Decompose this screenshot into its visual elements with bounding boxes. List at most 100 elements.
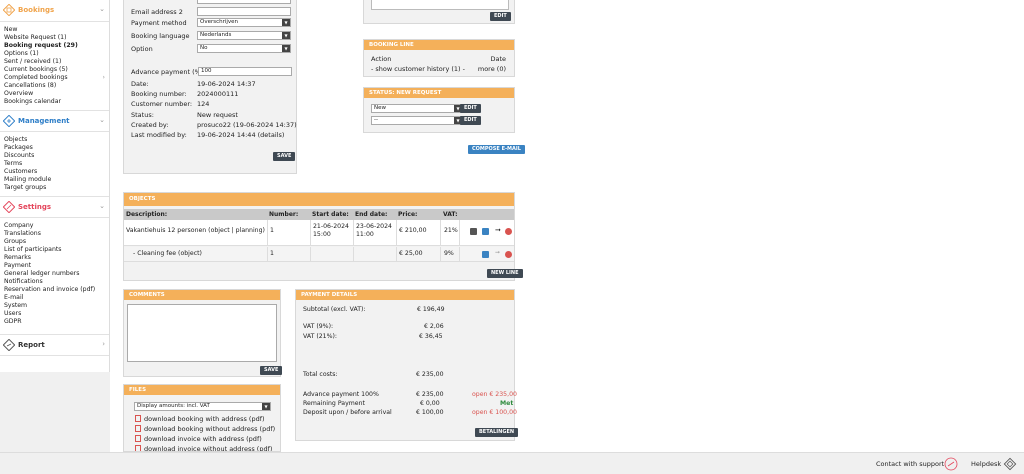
- sidebar-item-settings[interactable]: E-mail: [4, 294, 109, 302]
- description-header: Description:: [126, 211, 168, 218]
- move-arrow-icon[interactable]: ➞: [495, 226, 501, 234]
- sidebar-item-bookings[interactable]: Bookings calendar: [4, 98, 109, 106]
- report-section-header[interactable]: Report ›: [0, 334, 109, 356]
- display-amounts-select[interactable]: Display amounts: incl. VAT ▼: [134, 402, 271, 411]
- remarks-textarea[interactable]: [371, 0, 509, 10]
- email2-label: Email address 2: [131, 8, 183, 16]
- file-download-link[interactable]: download invoice without address (pdf): [135, 445, 272, 451]
- delete-icon[interactable]: [505, 251, 512, 258]
- booking-details-panel: Email address 2 Payment method Overschri…: [123, 0, 297, 174]
- file-link-label: download booking with address (pdf): [144, 415, 265, 423]
- second-status-select[interactable]: -- ▼: [371, 116, 463, 125]
- remaining-payment-label: Remaining Payment: [303, 400, 365, 407]
- advance-payment-input[interactable]: 100: [198, 67, 292, 76]
- sidebar-item-settings[interactable]: Payment: [4, 262, 109, 270]
- sidebar-item-bookings[interactable]: New: [4, 26, 109, 34]
- payment-method-select[interactable]: Overschrijven ▼: [197, 18, 291, 27]
- sidebar-item-settings[interactable]: Company: [4, 222, 109, 230]
- sidebar-item-settings[interactable]: List of participants: [4, 246, 109, 254]
- sidebar-item-management[interactable]: Objects: [4, 136, 109, 144]
- total-costs-label: Total costs:: [303, 371, 338, 378]
- settings-section-header[interactable]: Settings ⌄: [0, 196, 109, 218]
- delete-icon[interactable]: [505, 228, 512, 235]
- comments-save-button[interactable]: SAVE: [260, 366, 283, 375]
- chevron-right-icon[interactable]: ›: [103, 74, 105, 82]
- status-value: New request: [197, 111, 238, 119]
- file-download-link[interactable]: download invoice with address (pdf): [135, 435, 262, 444]
- chevron-down-icon[interactable]: ⌄: [99, 5, 105, 13]
- advance-payment-status: open € 235,00: [472, 391, 517, 398]
- object-vat: 21%: [444, 227, 458, 234]
- compose-email-button[interactable]: COMPOSE E-MAIL: [468, 145, 525, 154]
- files-panel: FILES Display amounts: incl. VAT ▼ downlo…: [123, 384, 281, 452]
- sidebar-item-settings[interactable]: Reservation and invoice (pdf): [4, 286, 109, 294]
- sidebar-item-bookings[interactable]: Completed bookings ›: [4, 74, 109, 82]
- email2-input[interactable]: [197, 7, 291, 16]
- sidebar-item-bookings[interactable]: Sent / received (1): [4, 58, 109, 66]
- sidebar-item-settings[interactable]: GDPR: [4, 318, 109, 326]
- copy-icon[interactable]: [470, 228, 477, 235]
- sidebar-item-management[interactable]: Packages: [4, 144, 109, 152]
- management-section-header[interactable]: Management ⌄: [0, 110, 109, 132]
- file-download-link[interactable]: download booking with address (pdf): [135, 415, 265, 424]
- sidebar-item-settings[interactable]: Translations: [4, 230, 109, 238]
- chevron-down-icon[interactable]: ⌄: [99, 202, 105, 210]
- sidebar-item-bookings[interactable]: Cancellations (8): [4, 82, 109, 90]
- edit-icon[interactable]: [482, 228, 489, 235]
- sidebar-item-settings[interactable]: Groups: [4, 238, 109, 246]
- management-menu: Objects Packages Discounts Terms Customers Ma…: [0, 132, 109, 196]
- status-edit-button[interactable]: EDIT: [460, 104, 481, 113]
- pdf-icon: [135, 415, 141, 422]
- save-button[interactable]: SAVE: [273, 152, 296, 161]
- support-icon[interactable]: [944, 457, 958, 471]
- sidebar-item-settings[interactable]: Notifications: [4, 278, 109, 286]
- sidebar-item-bookings[interactable]: Overview: [4, 90, 109, 98]
- last-modified-value[interactable]: 19-06-2024 14:44 (details): [197, 130, 284, 140]
- sidebar-item-bookings[interactable]: Booking request (29): [4, 42, 109, 50]
- objects-panel: OBJECTS Description: Number: Start date:…: [123, 192, 523, 281]
- comments-title: COMMENTS: [124, 290, 280, 300]
- payments-button[interactable]: BETALINGEN: [475, 428, 519, 437]
- file-download-link[interactable]: download booking without address (pdf): [135, 425, 275, 434]
- option-select[interactable]: No ▼: [197, 44, 291, 53]
- chevron-down-icon[interactable]: ⌄: [99, 116, 105, 124]
- sidebar-item-management[interactable]: Discounts: [4, 152, 109, 160]
- end-date-header: End date:: [355, 211, 388, 218]
- sidebar-item-settings[interactable]: System: [4, 302, 109, 310]
- move-arrow-icon[interactable]: ➞: [495, 249, 500, 257]
- deposit-status: open € 100,00: [472, 409, 517, 416]
- sidebar-item-bookings[interactable]: Options (1): [4, 50, 109, 58]
- email1-input[interactable]: [197, 0, 291, 4]
- sidebar-item-bookings[interactable]: Website Request (1): [4, 34, 109, 42]
- option-value: No: [200, 45, 208, 51]
- status-select[interactable]: New ▼: [371, 104, 463, 113]
- sidebar-item-management[interactable]: Customers: [4, 168, 109, 176]
- contact-support-link[interactable]: Contact with support: [876, 460, 944, 468]
- sidebar-item-settings[interactable]: Remarks: [4, 254, 109, 262]
- sidebar-item-management[interactable]: Target groups: [4, 184, 109, 192]
- files-title: FILES: [124, 385, 280, 395]
- object-description[interactable]: Vakantiehuis 12 personen (object | plann…: [126, 227, 265, 235]
- helpdesk-icon[interactable]: [1003, 457, 1017, 471]
- chevron-right-icon[interactable]: ›: [102, 340, 105, 348]
- sidebar-item-management[interactable]: Terms: [4, 160, 109, 168]
- comments-textarea[interactable]: [127, 304, 277, 362]
- booking-number-value: 2024000111: [197, 90, 239, 98]
- remaining-payment-value: € 0,00: [420, 400, 440, 407]
- booking-language-select[interactable]: Nederlands ▼: [197, 31, 291, 40]
- sidebar-item-management[interactable]: Mailing module: [4, 176, 109, 184]
- subtotal-label: Subtotal (excl. VAT):: [303, 306, 366, 313]
- helpdesk-link[interactable]: Helpdesk: [971, 460, 1001, 468]
- new-line-button[interactable]: NEW LINE: [487, 269, 523, 278]
- more-link[interactable]: more (0): [478, 65, 506, 73]
- customer-history-link[interactable]: - show customer history (1) -: [371, 65, 465, 73]
- second-edit-button[interactable]: EDIT: [460, 116, 481, 125]
- sidebar-item-settings[interactable]: Users: [4, 310, 109, 318]
- sidebar-item-bookings[interactable]: Current bookings (5): [4, 66, 109, 74]
- fee-description: - Cleaning fee (object): [133, 250, 202, 257]
- edit-icon[interactable]: [482, 251, 489, 258]
- booking-line-panel: BOOKING LINE Action Date - show customer…: [363, 39, 515, 77]
- bookings-section-header[interactable]: Bookings ⌄: [0, 0, 109, 22]
- edit-button[interactable]: EDIT: [490, 12, 511, 21]
- sidebar-item-settings[interactable]: General ledger numbers: [4, 270, 109, 278]
